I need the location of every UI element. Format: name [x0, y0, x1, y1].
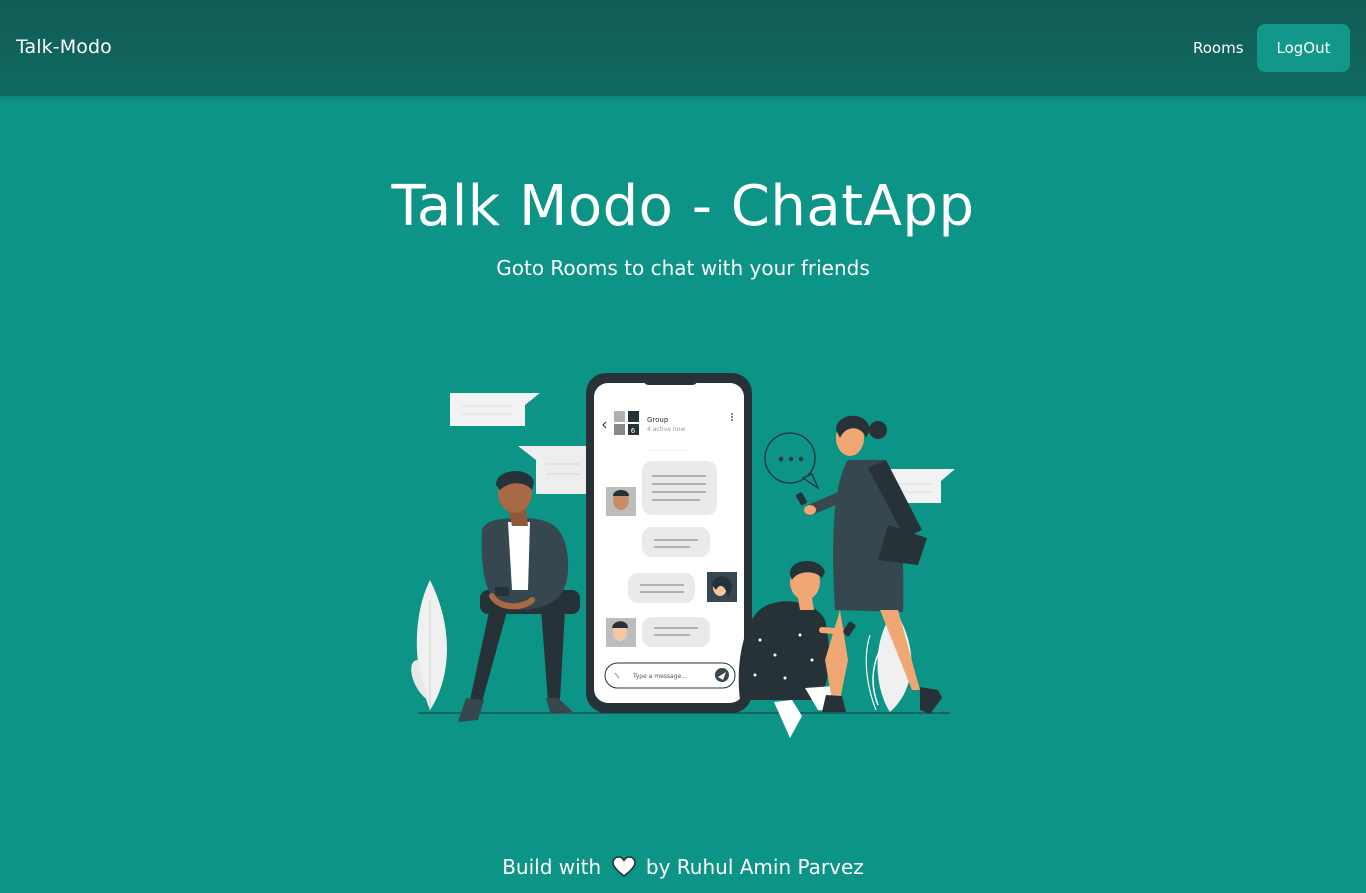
footer-credit: Build with by Ruhul Amin Parvez [0, 855, 1366, 879]
logout-button[interactable]: LogOut [1257, 24, 1350, 72]
plant-left [411, 580, 447, 710]
typing-bubble-icon [764, 432, 820, 490]
top-navbar: Talk-Modo Rooms LogOut [0, 0, 1366, 96]
hero-title: Talk Modo - ChatApp [391, 174, 975, 239]
man-sitting-figure [458, 471, 580, 722]
hero-subtitle: Goto Rooms to chat with your friends [496, 256, 870, 280]
chat-group-status: 4 active now [647, 426, 685, 433]
message-input-placeholder: Type a message... [632, 673, 687, 680]
phone-mockup: 6 Group 4 active now Type a message... [586, 373, 752, 713]
member-count: 6 [631, 427, 636, 435]
chat-illustration: 6 Group 4 active now Type a message... [411, 373, 955, 738]
rooms-link[interactable]: Rooms [1193, 39, 1244, 57]
chat-group-name: Group [647, 416, 669, 424]
heart-icon [611, 856, 636, 878]
footer-suffix: by Ruhul Amin Parvez [645, 855, 864, 879]
footer-prefix: Build with [502, 855, 602, 879]
brand-link[interactable]: Talk-Modo [16, 36, 112, 58]
speech-bubble-left [450, 393, 540, 426]
